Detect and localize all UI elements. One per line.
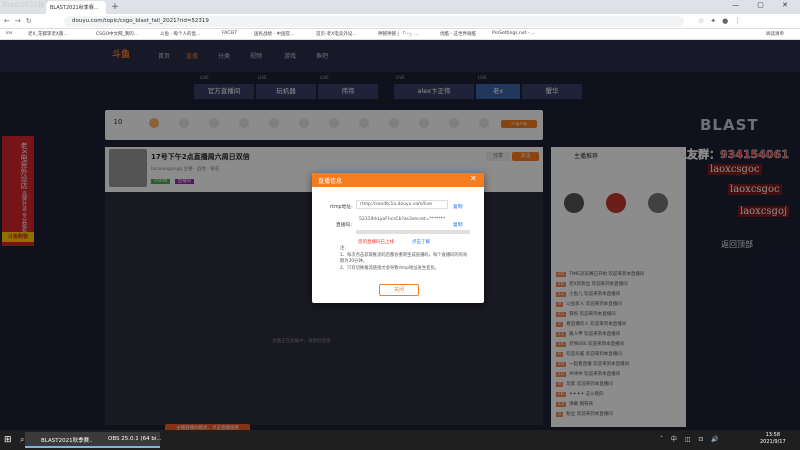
tab-strip: [0, 0, 800, 14]
bookmark[interactable]: 斗鱼 - 每个人的直...: [160, 31, 200, 37]
warning-text: 您的直播码已上线: [358, 240, 394, 245]
nav-buttons[interactable]: ←→↻: [4, 17, 37, 25]
star-icon[interactable]: ☆: [698, 17, 710, 25]
note-2: 2、只有切换推流链接才会导致rtmp地址发生变化。: [340, 265, 440, 271]
system-tray[interactable]: ˆ 中 ◫ ⊡ 🔊: [660, 434, 722, 443]
bookmarks-bar: ins 老X_花都李老X菌... CSGO中文网_我的... 斗鱼 - 每个人的…: [0, 29, 800, 40]
menu-icon[interactable]: ⋮: [734, 17, 747, 25]
taskbar-obs[interactable]: OBS 25.0.1 (64 bi...: [92, 432, 162, 448]
clock[interactable]: 13:58 2021/9/17: [760, 432, 786, 446]
bookmark[interactable]: ins: [6, 31, 12, 36]
key-scrollbar[interactable]: [356, 230, 470, 234]
modal-close-button[interactable]: 关闭: [379, 284, 419, 296]
url-input[interactable]: douyu.com/topic/csgo_blast_fall_2021?rid…: [64, 16, 684, 27]
clock-date: 2021/9/17: [760, 439, 786, 445]
extension-icons[interactable]: ☆✦●⋮: [698, 17, 747, 25]
bookmark[interactable]: 优酷 - 这世界很酷: [440, 31, 476, 37]
profile-icon[interactable]: ●: [722, 17, 734, 25]
bookmark[interactable]: ProSettings.net - ...: [492, 31, 535, 36]
copy-key-button[interactable]: 复制: [453, 221, 463, 228]
key-field[interactable]: 52319rkLyoFhcsCb?as3secret=*******: [356, 216, 448, 225]
start-icon[interactable]: ⊞: [4, 435, 12, 445]
bookmark[interactable]: 老X_花都李老X菌...: [28, 31, 68, 37]
copy-rtmp-button[interactable]: 复制: [453, 203, 463, 210]
rtmp-field[interactable]: rtmp://sendtc1a.douyu.com/live: [356, 200, 448, 209]
modal-notes: 注： 1、每次点击获取推流码后都会重新生成直播码，每个直播码的有效期为30分钟。…: [340, 246, 470, 272]
learn-more-link[interactable]: 点击了解: [412, 239, 430, 245]
modal-close-icon[interactable]: ✕: [470, 174, 477, 183]
bookmark[interactable]: 神猪神猪 | 「-·-」...: [378, 31, 418, 37]
bookmark[interactable]: CSGO中文网_我的...: [96, 31, 138, 37]
rtmp-label: rtmp地址:: [330, 205, 353, 210]
reload-icon[interactable]: ↻: [26, 17, 37, 25]
new-tab-button[interactable]: +: [110, 2, 120, 12]
window-controls[interactable]: — ▢ ✕: [732, 1, 796, 9]
reading-list[interactable]: 阅读清单: [766, 31, 784, 37]
tab-active[interactable]: BLAST2021秋季赛...: [46, 1, 106, 14]
bookmark[interactable]: 首页-老X电竞外设...: [316, 31, 357, 37]
note-1: 1、每次点击获取推流码后都会重新生成直播码，每个直播码的有效期为30分钟。: [340, 252, 468, 265]
bookmark[interactable]: 国民战绩 - 中国官...: [254, 31, 294, 37]
search-icon[interactable]: ⌕: [20, 435, 24, 445]
taskbar-chrome[interactable]: BLAST2021秋季赛...: [25, 432, 94, 448]
modal-title: 直播信息: [312, 173, 484, 187]
back-icon[interactable]: ←: [4, 17, 15, 25]
extension-icon[interactable]: ✦: [710, 17, 722, 25]
key-label: 直播码:: [336, 223, 353, 228]
bookmark[interactable]: FACEIT: [222, 31, 237, 36]
clock-time: 13:58: [765, 432, 781, 438]
forward-icon[interactable]: →: [15, 17, 26, 25]
